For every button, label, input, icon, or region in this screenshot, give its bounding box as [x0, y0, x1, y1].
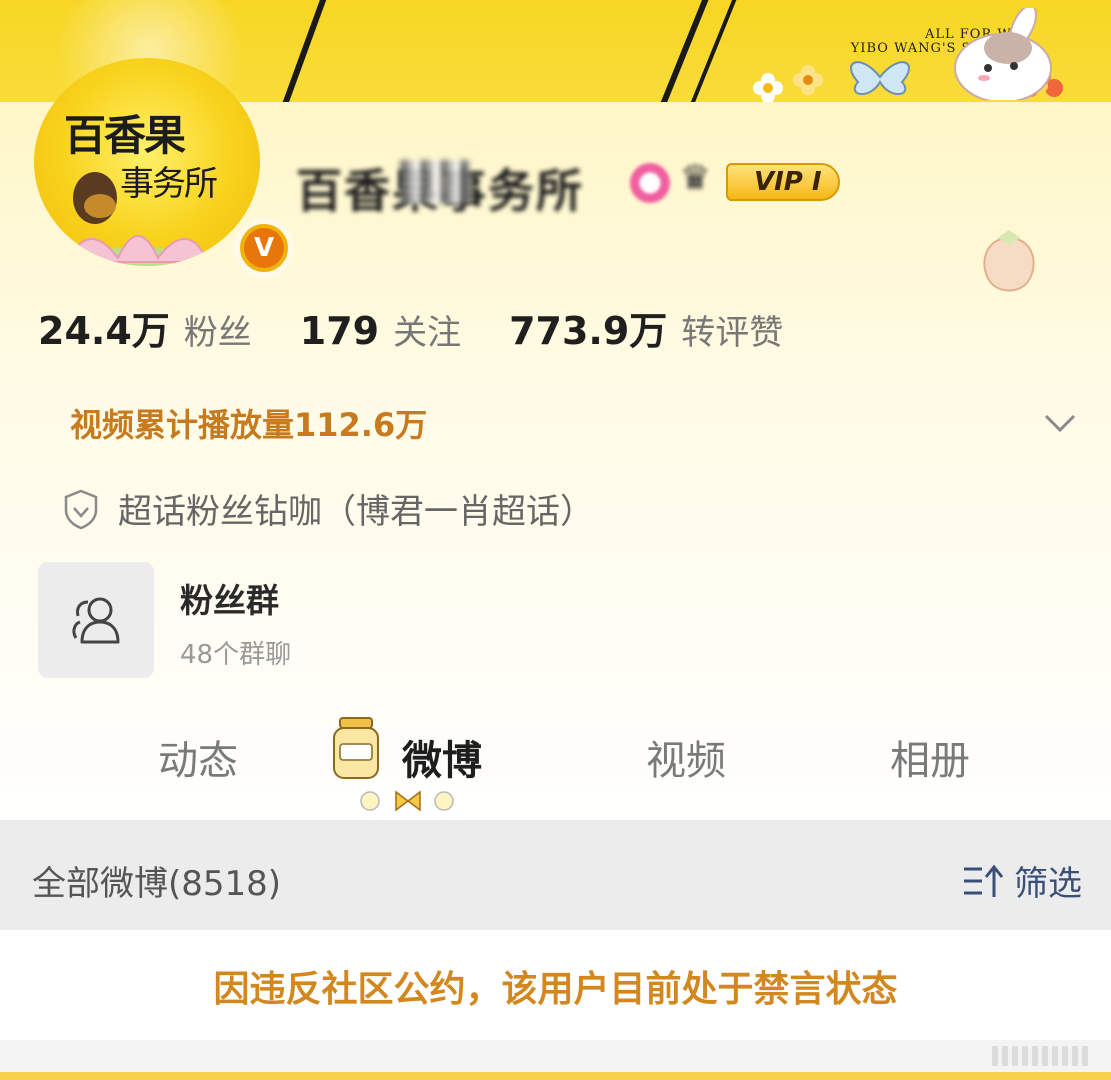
all-weibo-count[interactable]: 全部微博(8518) [32, 856, 281, 905]
vip-label: VIP I [754, 167, 822, 197]
group-icon [72, 597, 120, 644]
vip-badge[interactable]: VIP I [726, 163, 840, 201]
fan-group-count: 48个群聊 [180, 640, 292, 670]
bottom-strip [0, 1040, 1111, 1080]
interactions-label: 转评赞 [681, 313, 784, 353]
ban-notice: 因违反社区公约，该用户目前处于禁言状态 [213, 969, 898, 1010]
tab-dynamics[interactable]: 动态 [158, 728, 238, 786]
lotus-icon [42, 235, 234, 266]
fan-group-title[interactable]: 粉丝群 [180, 574, 279, 622]
avatar-brand-text: 百香果 [64, 111, 186, 160]
flower-icon [753, 73, 783, 102]
followers-count[interactable]: 24.4万 [38, 300, 170, 355]
fan-group-card[interactable] [38, 562, 154, 678]
profile-stats: 24.4万 粉丝 179 关注 773.9万 转评赞 [38, 300, 831, 355]
flower-icon [793, 65, 823, 95]
supertopic-badge[interactable]: 超话粉丝钻咖（博君一肖超话） [62, 484, 594, 533]
tab-album[interactable]: 相册 [890, 728, 970, 786]
bunny-illustration [954, 8, 1052, 100]
chevron-down-icon[interactable] [1040, 402, 1080, 442]
strawberry-icon [983, 230, 1035, 292]
supertopic-label: 超话粉丝钻咖（博君一肖超话） [118, 492, 594, 532]
fan-badge-icon[interactable] [630, 163, 670, 203]
redaction-mask [400, 160, 470, 204]
filter-label: 筛选 [1014, 864, 1082, 904]
verified-badge: V [234, 218, 294, 278]
honey-jar-icon [333, 717, 379, 779]
tab-weibo[interactable]: 微博 [402, 728, 482, 786]
interactions-count: 773.9万 [509, 309, 668, 353]
butterfly-icon [850, 61, 910, 95]
avatar[interactable]: 百香果 事务所 V [34, 58, 294, 278]
watermark-decoration [992, 1046, 1092, 1066]
filter-icon [964, 864, 1004, 897]
avatar-image: 百香果 事务所 [34, 58, 260, 266]
avatar-sub-text: 事务所 [120, 164, 218, 204]
tab-indicator-decoration [360, 790, 454, 812]
filter-button[interactable]: 筛选 [962, 856, 1082, 905]
tab-video[interactable]: 视频 [646, 728, 726, 786]
following-count[interactable]: 179 [300, 309, 379, 353]
video-views-stat: 视频累计播放量112.6万 [70, 406, 428, 444]
passionfruit-icon [73, 172, 117, 224]
following-label[interactable]: 关注 [393, 305, 461, 354]
shield-icon [64, 489, 98, 529]
crown-icon: ♛ [680, 158, 711, 198]
followers-label[interactable]: 粉丝 [184, 305, 252, 354]
